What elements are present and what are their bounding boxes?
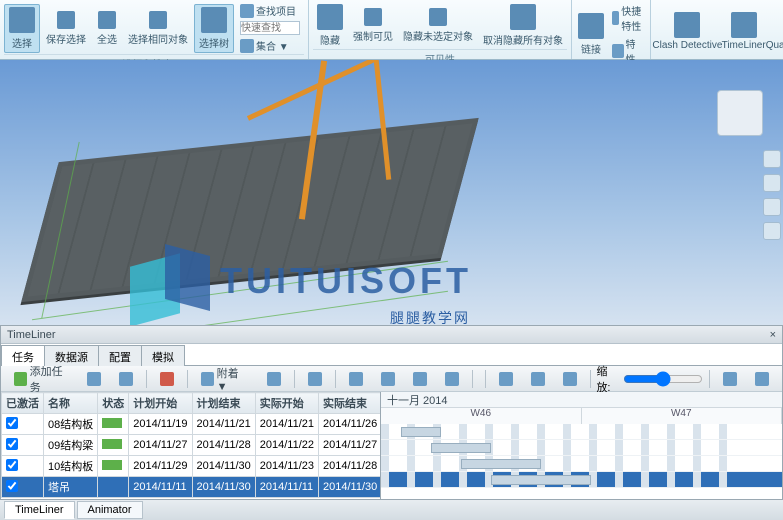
gantt-bar[interactable] [491,475,591,485]
pan-icon[interactable] [763,174,781,192]
select-all-button[interactable]: 全选 [92,9,122,48]
column-header[interactable]: 实际结束 [319,393,382,414]
find-button[interactable] [301,369,329,389]
gantt-row[interactable] [381,440,782,456]
watermark-text: TUITUISOFT [220,260,472,302]
select-same-button[interactable]: 选择相同对象 [124,9,192,48]
ribbon-group-select: 选择 保存选择 全选 选择相同对象 选择树 查找项目 集合 ▼ 选择和搜索 ▼ [0,0,309,59]
sets-dropdown[interactable]: 集合 ▼ [236,37,304,54]
clash-detective-button[interactable]: Clash Detective [655,10,720,53]
zoom-icon[interactable] [763,198,781,216]
panel-tabs: 任务 数据源 配置 模拟 [1,344,782,366]
column-header[interactable]: 名称 [44,393,98,414]
orbit-icon[interactable] [763,150,781,168]
gantt-week: W47 [582,408,783,424]
gantt-row[interactable] [381,424,782,440]
gantt-view-button[interactable] [492,369,520,389]
move-up-button[interactable] [342,369,370,389]
hide-button[interactable]: 隐藏 [313,2,347,49]
settings-button[interactable] [748,369,776,389]
export-button[interactable] [716,369,744,389]
indent-button[interactable] [406,369,434,389]
clear-attach-button[interactable] [260,369,288,389]
panel-title-text: TimeLiner [7,329,56,341]
gantt-row[interactable] [381,456,782,472]
column-header[interactable]: 已激活 [2,393,44,414]
gantt-bar[interactable] [401,427,441,437]
column-header[interactable]: 计划开始 [129,393,192,414]
columns-button[interactable] [524,369,552,389]
gantt-bar[interactable] [461,459,541,469]
timeliner-button[interactable]: TimeLiner [722,10,766,53]
links-button[interactable]: 链接 [576,11,606,58]
ribbon: 选择 保存选择 全选 选择相同对象 选择树 查找项目 集合 ▼ 选择和搜索 ▼ … [0,0,783,60]
gantt-week: W46 [381,408,582,424]
auto-add-button[interactable] [112,369,140,389]
tab-tasks[interactable]: 任务 [1,345,45,366]
quantification-button[interactable]: Quantification [768,10,783,53]
find-items-button[interactable]: 查找项目 [236,2,304,19]
table-row[interactable]: 08结构板 2014/11/192014/11/212014/11/212014… [2,414,382,435]
row-checkbox[interactable] [6,438,18,450]
gantt-row[interactable] [381,472,782,488]
bottom-tabs: TimeLiner Animator [0,500,783,520]
gantt-month: 十一月 2014 [381,392,782,408]
viewport-3d[interactable]: TUITUISOFT 腿腿教学网 [0,60,783,325]
bottom-tab-animator[interactable]: Animator [77,501,143,519]
column-header[interactable]: 状态 [98,393,129,414]
bottom-tab-timeliner[interactable]: TimeLiner [4,501,75,519]
move-down-button[interactable] [374,369,402,389]
outdent-button[interactable] [438,369,466,389]
force-visible-button[interactable]: 强制可见 [349,6,397,45]
quick-props-button[interactable]: 快捷特性 [608,2,646,34]
nav-tools [763,150,783,240]
ribbon-group-tools: Clash Detective TimeLiner Quantification… [651,0,783,59]
ribbon-group-display: 链接 快捷特性 特性 显示 [572,0,651,59]
delete-button[interactable] [153,369,181,389]
watermark-sub: 腿腿教学网 [390,308,470,325]
gantt-bar[interactable] [431,443,491,453]
tab-datasources[interactable]: 数据源 [44,345,99,366]
tower-crane-icon [330,60,450,180]
timeliner-panel: TimeLiner × 任务 数据源 配置 模拟 添加任务 附着 ▼ 缩放: [0,325,783,500]
row-checkbox[interactable] [6,417,18,429]
insert-task-button[interactable] [80,369,108,389]
zoom-slider[interactable] [623,371,703,387]
row-checkbox[interactable] [6,480,18,492]
attach-dropdown[interactable]: 附着 ▼ [194,362,256,396]
column-header[interactable]: 实际开始 [255,393,318,414]
gantt-chart[interactable]: 十一月 2014 W46 W47 [381,392,782,499]
close-icon[interactable]: × [770,329,776,341]
quick-find-input[interactable] [236,20,304,36]
panel-toolbar: 添加任务 附着 ▼ 缩放: [1,366,782,392]
table-row[interactable]: 10结构板 2014/11/292014/11/302014/11/232014… [2,456,382,477]
hide-unselected-button[interactable]: 隐藏未选定对象 [399,6,477,45]
table-row[interactable]: 塔吊 2014/11/112014/11/302014/11/112014/11… [2,477,382,498]
task-grid[interactable]: 已激活名称状态计划开始计划结束实际开始实际结束任务类型 08结构板 2014/1… [1,392,381,499]
walk-icon[interactable] [763,222,781,240]
column-header[interactable]: 计划结束 [192,393,255,414]
tab-simulate[interactable]: 模拟 [141,345,185,366]
select-button[interactable]: 选择 [4,4,40,53]
filter-button[interactable] [556,369,584,389]
save-selection-button[interactable]: 保存选择 [42,9,90,48]
panel-titlebar[interactable]: TimeLiner × [1,326,782,344]
view-cube[interactable] [717,90,763,136]
unhide-all-button[interactable]: 取消隐藏所有对象 [479,2,567,49]
select-tree-button[interactable]: 选择树 [194,4,234,53]
row-checkbox[interactable] [6,459,18,471]
table-row[interactable]: 09结构梁 2014/11/272014/11/282014/11/222014… [2,435,382,456]
zoom-label: 缩放: [596,363,619,395]
ribbon-group-visibility: 隐藏 强制可见 隐藏未选定对象 取消隐藏所有对象 可见性 [309,0,572,59]
tab-config[interactable]: 配置 [98,345,142,366]
watermark-logo [130,250,220,320]
